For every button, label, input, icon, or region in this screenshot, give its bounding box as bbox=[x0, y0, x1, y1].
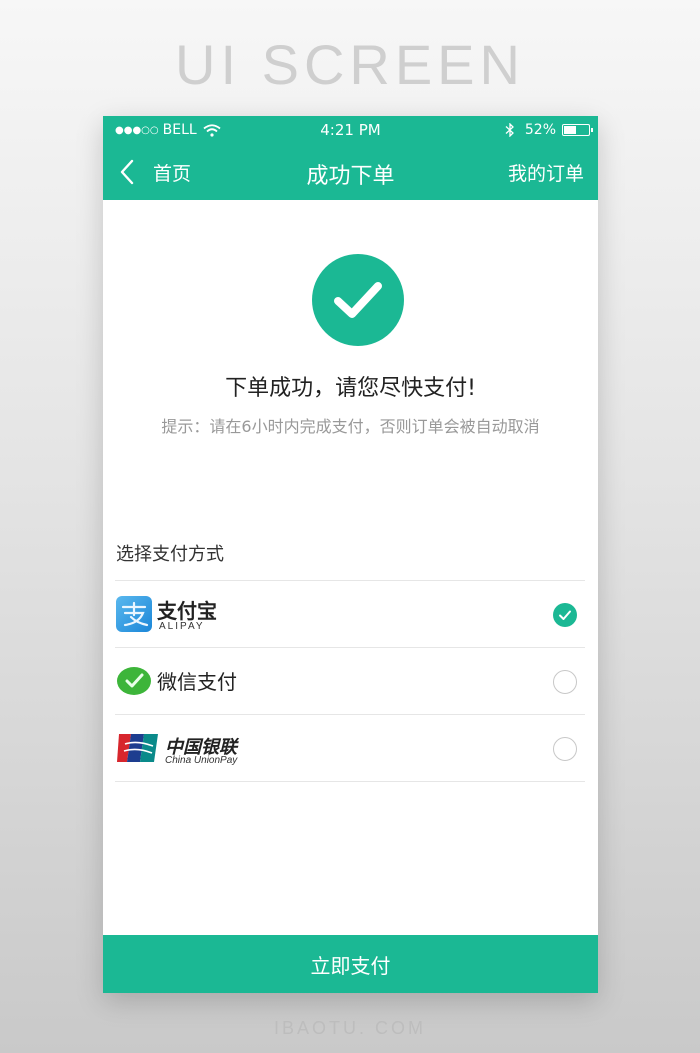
my-orders-link[interactable]: 我的订单 bbox=[508, 159, 584, 186]
payment-option-alipay[interactable]: 支付宝 ALIPAY bbox=[115, 581, 585, 648]
radio-unselected[interactable] bbox=[553, 737, 577, 761]
back-button[interactable]: 首页 bbox=[119, 156, 191, 188]
payment-sub-label: China UnionPay bbox=[165, 755, 238, 766]
battery-icon bbox=[562, 124, 593, 136]
success-check-icon bbox=[312, 254, 404, 346]
battery-percent: 52% bbox=[524, 122, 556, 138]
payment-sub-label: ALIPAY bbox=[159, 621, 205, 632]
payment-method-list: 支付宝 ALIPAY 微信支付 中国银联 China UnionPay bbox=[115, 580, 585, 782]
watermark-brand: IBAOTU. COM bbox=[273, 1018, 426, 1038]
pay-now-button[interactable]: 立即支付 bbox=[103, 935, 598, 993]
payment-method-heading: 选择支付方式 bbox=[116, 544, 224, 565]
status-bar: ●●●○○ BELL 4:21 PM 52% bbox=[103, 116, 598, 144]
payment-name: 微信支付 bbox=[157, 670, 237, 694]
payment-deadline-tip: 提示：请在6小时内完成支付，否则订单会被自动取消 bbox=[161, 417, 540, 436]
watermark-title: UI SCREEN bbox=[175, 33, 525, 96]
wechat-pay-logo-icon bbox=[117, 667, 151, 695]
app-header: ●●●○○ BELL 4:21 PM 52% 首页 成功下单 我的订单 bbox=[103, 116, 598, 200]
checkmark-icon bbox=[334, 282, 382, 318]
alipay-logo-icon bbox=[116, 596, 152, 632]
nav-bar: 首页 成功下单 我的订单 bbox=[103, 144, 598, 200]
unionpay-logo-icon bbox=[117, 734, 158, 762]
check-icon bbox=[559, 610, 571, 620]
radio-selected[interactable] bbox=[553, 603, 577, 627]
phone-screen: ●●●○○ BELL 4:21 PM 52% 首页 成功下单 我的订单 下单成功… bbox=[103, 116, 598, 993]
chevron-left-icon bbox=[120, 159, 134, 185]
status-right: 52% bbox=[505, 122, 593, 138]
success-message: 下单成功，请您尽快支付! bbox=[225, 376, 476, 401]
back-label: 首页 bbox=[153, 162, 192, 185]
radio-unselected[interactable] bbox=[553, 670, 577, 694]
payment-name: 支付宝 bbox=[157, 599, 217, 623]
payment-option-unionpay[interactable]: 中国银联 China UnionPay bbox=[115, 715, 585, 782]
bluetooth-icon bbox=[505, 123, 514, 137]
payment-option-wechat[interactable]: 微信支付 bbox=[115, 648, 585, 715]
